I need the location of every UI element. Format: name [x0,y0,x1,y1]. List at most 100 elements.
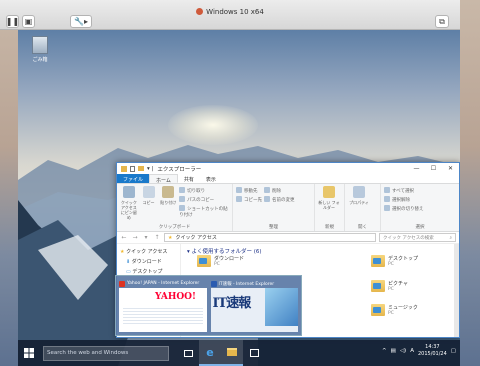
folder-name: ダウンロード [214,256,245,262]
maximize-button[interactable]: ☐ [425,163,442,174]
minimize-button[interactable]: — [408,163,425,174]
copy-path-button[interactable]: パスのコピー [179,196,229,203]
close-button[interactable]: ✕ [442,163,459,174]
notification-icon[interactable]: ▢ [451,348,456,354]
select-all-button[interactable]: すべて選択 [384,187,424,194]
quick-access-star-icon: ★ [168,234,173,241]
new-folder-icon [323,186,335,198]
forward-arrow-icon[interactable]: → [131,234,139,241]
vm-icon [196,8,204,15]
clipboard-small: 切り取り パスのコピー ショートカットの貼り付け [179,186,229,222]
properties-label: プロパティ [349,200,369,205]
nav-item-downloads[interactable]: ⬇ ダウンロード [120,258,177,265]
folder-name: ピクチャ [388,281,408,287]
wrench-icon: 🔧▸ [74,17,88,26]
recycle-bin[interactable]: ごみ箱 [26,36,54,63]
address-row: ← → ▾ ↑ ★ クイック アクセス クイック アクセスの検索 ⌕ [117,232,459,244]
paste-shortcut-button[interactable]: ショートカットの貼り付け [179,205,229,218]
new-group-label: 新規 [325,225,334,230]
nav-label: クイック アクセス [126,249,168,255]
start-button[interactable] [18,340,40,366]
taskbar-store[interactable] [243,340,265,366]
pause-button[interactable]: ❚❚ [6,15,19,28]
taskbar-thumbnail-preview: Yahoo! JAPAN - Internet Explorer YAHOO! … [115,275,302,336]
recycle-bin-label: ごみ箱 [32,57,48,63]
move-to-button[interactable]: 移動先 [236,187,262,194]
invert-selection-button[interactable]: 選択の切り替え [384,205,424,212]
tab-view[interactable]: 表示 [200,174,222,183]
clipboard-group: クイック アクセス にピン留め コピー 貼り付け 切り取り パスのコピー ショー… [117,184,233,231]
volume-icon[interactable]: ◁) [400,348,406,354]
copy-icon [142,186,155,198]
organize-group: 移動先 コピー先 削除 名前の変更 整理 [233,184,315,231]
content-scrollbar[interactable] [454,244,459,337]
guest-desktop: ごみ箱 ▾ | エクスプローラー — ☐ ✕ ファイル ホーム 共有 表示 クイ… [18,30,460,366]
select-group: すべて選択 選択解除 選択の切り替え 選択 [381,184,459,231]
tab-home[interactable]: ホーム [149,174,178,184]
folder-location: PC [388,287,394,292]
tab-share[interactable]: 共有 [178,174,200,183]
thumbnail-title: IT速報 - Internet Explorer [210,279,299,288]
capture-button[interactable]: ▣ [22,15,35,28]
host-title: Windows 10 x64 [0,8,460,16]
qat-properties-icon[interactable] [130,165,135,172]
organize-group-label: 整理 [269,225,278,230]
taskbar-search-placeholder: Search the web and Windows [47,350,129,356]
select-none-button[interactable]: 選択解除 [384,196,424,203]
folder-location: PC [388,262,394,267]
ribbon-tabs: ファイル ホーム 共有 表示 [117,174,459,184]
folder-location: PC [214,262,220,267]
task-view-button[interactable] [177,340,199,366]
back-arrow-icon[interactable]: ← [120,234,128,241]
ie-favicon [210,280,217,287]
paste-button[interactable]: 貼り付け [159,186,177,222]
taskbar-search-input[interactable]: Search the web and Windows [43,345,169,361]
network-icon[interactable]: ▤ [391,348,396,354]
folder-downloads[interactable]: ダウンロード PC [197,255,257,273]
up-arrow-icon[interactable]: ↑ [153,234,161,241]
search-icon: ⌕ [449,235,452,241]
system-tray: ^ ▤ ◁) A 14:37 2015/01/24 ▢ [382,344,456,358]
properties-button[interactable]: プロパティ [348,186,370,222]
taskbar-ie[interactable]: e [199,340,221,366]
thumbnail-yahoo[interactable]: Yahoo! JAPAN - Internet Explorer YAHOO! [119,279,207,332]
screenshot-icon: ▣ [24,17,33,26]
new-folder-button[interactable]: 新しい フォルダー [318,186,340,222]
rename-button[interactable]: 名前の変更 [264,196,295,203]
thumbnail-itsoku[interactable]: IT速報 - Internet Explorer IT速報 [210,279,299,332]
explorer-folder-icon [227,348,237,356]
folder-icon [371,255,385,267]
fullscreen-icon: ⧉ [439,16,445,26]
settings-button[interactable]: 🔧▸ [70,15,92,28]
address-bar[interactable]: ★ クイック アクセス [164,233,376,242]
pin-icon [122,186,135,198]
qat-folder-icon[interactable] [138,166,144,171]
qat-dropdown-icon[interactable]: ▾ | [147,166,153,172]
tab-file[interactable]: ファイル [117,174,150,183]
folder-pictures[interactable]: ピクチャ PC [371,280,431,298]
clock[interactable]: 14:37 2015/01/24 [418,344,447,358]
copy-to-button[interactable]: コピー先 [236,196,262,203]
folder-desktop[interactable]: デスクトップ PC [371,255,431,273]
delete-button[interactable]: 削除 [264,187,295,194]
taskbar-explorer[interactable] [221,340,243,366]
address-text: クイック アクセス [175,235,217,241]
fullscreen-button[interactable]: ⧉ [435,15,449,28]
recent-dropdown-icon[interactable]: ▾ [142,234,150,241]
nav-item-quick-access[interactable]: ★ クイック アクセス [120,248,177,255]
search-input[interactable]: クイック アクセスの検索 ⌕ [379,233,456,242]
folder-icon [371,280,385,292]
thumbnail-title-text: Yahoo! JAPAN - Internet Explorer [127,281,200,286]
folder-music[interactable]: ミュージック PC [371,304,431,322]
ime-icon[interactable]: A [410,348,414,354]
banner-art [264,288,298,326]
cut-button[interactable]: 切り取り [179,187,229,194]
folder-name: ミュージック [388,305,418,311]
pin-quick-access-button[interactable]: クイック アクセス にピン留め [120,186,138,222]
sun-glow [168,105,258,145]
nav-item-desktop[interactable]: ▭ デスクトップ [120,268,177,275]
tray-arrow-icon[interactable]: ^ [382,348,387,354]
copy-button[interactable]: コピー [140,186,158,222]
ribbon: クイック アクセス にピン留め コピー 貼り付け 切り取り パスのコピー ショー… [117,184,459,232]
section-header[interactable]: ▾ よく使用するフォルダー (6) [187,247,453,255]
